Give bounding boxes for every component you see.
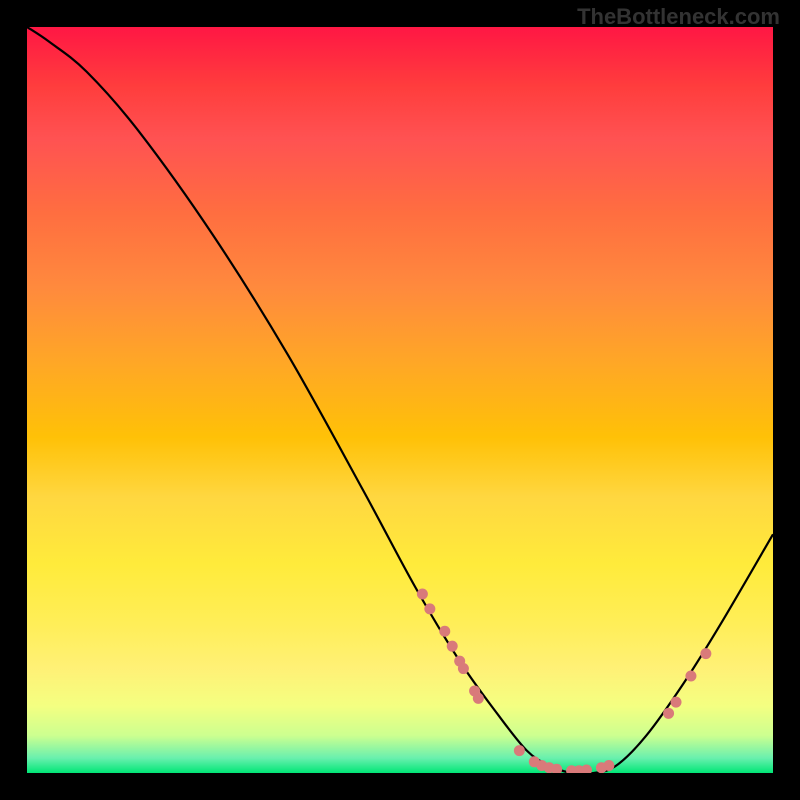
watermark-text: TheBottleneck.com [577, 4, 780, 30]
gradient-background [27, 27, 773, 773]
chart-container: TheBottleneck.com [0, 0, 800, 800]
plot-area [27, 27, 773, 773]
